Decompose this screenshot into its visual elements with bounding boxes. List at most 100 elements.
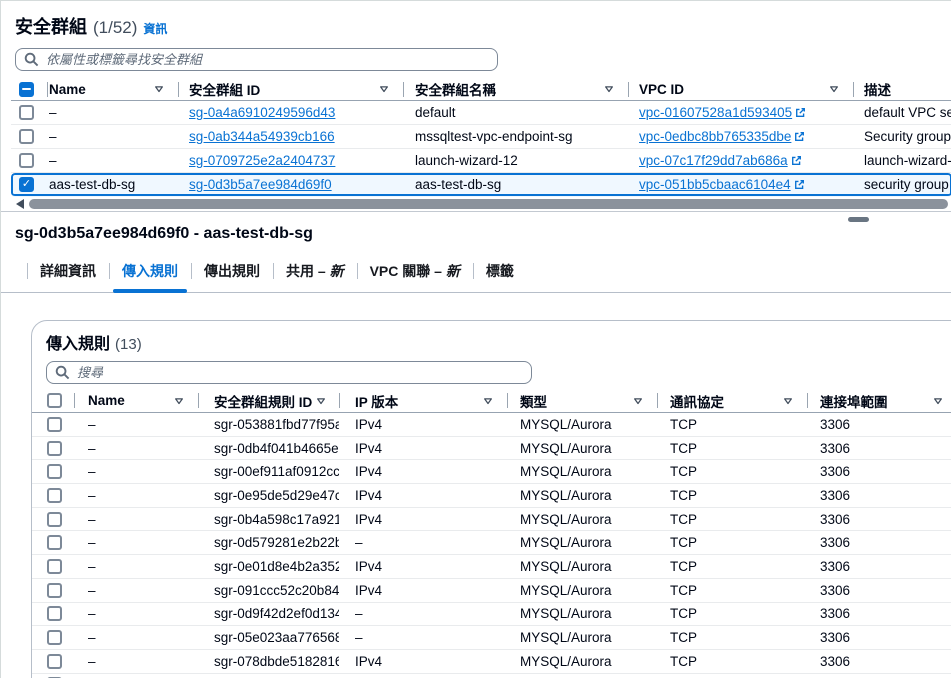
rule-id: sgr-078dbde518281697c	[214, 653, 339, 669]
rule-port-range: 3306	[820, 487, 851, 503]
row-checkbox[interactable]	[47, 440, 62, 456]
security-groups-page: 安全群組 (1/52) 資訊 Name 安全群組 ID	[0, 0, 951, 678]
rule-id: sgr-0e95de5d29e47c31e	[214, 487, 339, 503]
info-link[interactable]: 資訊	[143, 20, 167, 37]
security-groups-table: Name 安全群組 ID 安全群組名稱 VPC ID 描述 – sg-0a4a6…	[1, 78, 951, 197]
rules-search-input[interactable]	[46, 361, 532, 384]
rule-ip-version: IPv4	[355, 464, 383, 480]
inbound-rule-row[interactable]: – sgr-078dbde518281697c IPv4 MYSQL/Auror…	[32, 649, 951, 674]
inbound-rule-row[interactable]: – sgr-0db4f041b4665e869 IPv4 MYSQL/Auror…	[32, 436, 951, 461]
rule-protocol: TCP	[670, 606, 697, 622]
inbound-rule-row[interactable]: – sgr-0b4a598c17a9214b7 IPv4 MYSQL/Auror…	[32, 507, 951, 532]
security-groups-table-body: – sg-0a4a6910249596d43 default vpc-01607…	[1, 101, 951, 197]
select-all-checkbox[interactable]	[19, 81, 34, 97]
inbound-rule-row[interactable]: – sgr-0689e6a8db94182fb IPv4 MYSQL/Auror…	[32, 673, 951, 678]
page-title: 安全群組	[15, 17, 87, 37]
row-checkbox[interactable]	[47, 535, 62, 551]
split-panel-drag-handle[interactable]	[848, 217, 869, 222]
sg-row-group-name: default	[415, 105, 456, 120]
security-group-row[interactable]: – sg-0a4a6910249596d43 default vpc-01607…	[11, 101, 951, 125]
inbound-rules-table-body: – sgr-053881fbd77f95a82 IPv4 MYSQL/Auror…	[32, 413, 951, 678]
vpc-id-link[interactable]: vpc-01607528a1d593405	[639, 105, 806, 120]
select-all-rules-checkbox[interactable]	[47, 393, 62, 408]
row-checkbox[interactable]	[19, 129, 34, 144]
detail-tab[interactable]: VPC 關聯 – 新	[356, 256, 473, 292]
detail-tab[interactable]: 標籤	[472, 256, 527, 292]
row-checkbox[interactable]	[19, 177, 34, 192]
rule-type: MYSQL/Aurora	[520, 558, 612, 574]
column-header-sg-name[interactable]: 安全群組名稱	[403, 78, 628, 100]
rule-id: sgr-0b4a598c17a9214b7	[214, 511, 339, 527]
inbound-rule-row[interactable]: – sgr-053881fbd77f95a82 IPv4 MYSQL/Auror…	[32, 413, 951, 437]
rule-name: –	[88, 630, 96, 646]
row-checkbox[interactable]	[47, 464, 62, 480]
detail-tab[interactable]: 共用 – 新	[273, 256, 357, 292]
column-header-name[interactable]: Name	[74, 389, 198, 412]
row-checkbox[interactable]	[47, 511, 62, 527]
security-groups-table-header: Name 安全群組 ID 安全群組名稱 VPC ID 描述	[11, 78, 951, 101]
rule-port-range: 3306	[820, 582, 851, 598]
inbound-rule-row[interactable]: – sgr-091ccc52c20b84d8c IPv4 MYSQL/Auror…	[32, 578, 951, 603]
rule-ip-version: IPv4	[355, 511, 383, 527]
scroll-left-arrow-icon[interactable]	[16, 199, 24, 209]
security-group-id-link[interactable]: sg-0709725e2a2404737	[189, 153, 335, 168]
vpc-id-link[interactable]: vpc-0edbc8bb765335dbe	[639, 129, 805, 144]
row-checkbox[interactable]	[47, 487, 62, 503]
column-header-vpc-id[interactable]: VPC ID	[628, 78, 853, 100]
row-checkbox[interactable]	[47, 582, 62, 598]
column-header-name[interactable]: Name	[47, 78, 178, 100]
security-group-row[interactable]: – sg-0ab344a54939cb166 mssqltest-vpc-end…	[11, 125, 951, 149]
rule-protocol: TCP	[670, 535, 697, 551]
column-header-description[interactable]: 描述	[853, 78, 951, 100]
detail-tab[interactable]: 傳出規則	[191, 256, 273, 292]
detail-tab[interactable]: 傳入規則	[109, 256, 191, 293]
rule-id: sgr-00ef911af0912cc7c	[214, 464, 339, 480]
row-checkbox[interactable]	[19, 105, 34, 120]
inbound-rule-row[interactable]: – sgr-0e01d8e4b2a3520d0 IPv4 MYSQL/Auror…	[32, 555, 951, 579]
row-checkbox[interactable]	[47, 606, 62, 622]
row-checkbox[interactable]	[47, 416, 62, 432]
detail-tab[interactable]: 詳細資訊	[27, 256, 109, 292]
scrollbar-thumb[interactable]	[29, 199, 948, 209]
sg-row-description: default VPC securi	[864, 105, 951, 120]
inbound-rule-row[interactable]: – sgr-00ef911af0912cc7c IPv4 MYSQL/Auror…	[32, 460, 951, 485]
vpc-id-link[interactable]: vpc-07c17f29dd7ab686a	[639, 153, 802, 168]
column-header-port-range[interactable]: 連接埠範圍	[807, 389, 951, 412]
rule-port-range: 3306	[820, 464, 851, 480]
inbound-rule-row[interactable]: – sgr-0e95de5d29e47c31e IPv4 MYSQL/Auror…	[32, 484, 951, 508]
inbound-rule-row[interactable]: – sgr-0d9f42d2ef0d134f5 – MYSQL/Aurora T…	[32, 602, 951, 627]
security-groups-search-input[interactable]	[15, 48, 498, 71]
row-checkbox[interactable]	[47, 558, 62, 574]
rule-ip-version: IPv4	[355, 416, 383, 432]
security-group-row[interactable]: aas-test-db-sg sg-0d3b5a7ee984d69f0 aas-…	[11, 173, 951, 197]
column-header-protocol[interactable]: 通訊協定	[657, 389, 807, 412]
rule-name: –	[88, 440, 96, 456]
row-checkbox[interactable]	[47, 653, 62, 669]
search-icon	[24, 52, 39, 67]
rule-protocol: TCP	[670, 630, 697, 646]
rule-id: sgr-05e023aa776568dd6	[214, 630, 339, 646]
row-checkbox[interactable]	[19, 153, 34, 168]
security-group-id-link[interactable]: sg-0d3b5a7ee984d69f0	[189, 177, 332, 192]
rule-port-range: 3306	[820, 653, 851, 669]
inbound-rule-row[interactable]: – sgr-0d579281e2b22b94b – MYSQL/Aurora T…	[32, 531, 951, 556]
column-header-rule-id[interactable]: 安全群組規則 ID	[198, 389, 339, 412]
security-group-id-link[interactable]: sg-0ab344a54939cb166	[189, 129, 335, 144]
vpc-id-link[interactable]: vpc-051bb5cbaac6104e4	[639, 177, 805, 192]
column-header-type[interactable]: 類型	[507, 389, 657, 412]
row-checkbox[interactable]	[47, 630, 62, 646]
security-group-id-link[interactable]: sg-0a4a6910249596d43	[189, 105, 335, 120]
rule-name: –	[88, 558, 96, 574]
sort-icon	[380, 86, 388, 93]
rule-type: MYSQL/Aurora	[520, 464, 612, 480]
inbound-rules-table: Name 安全群組規則 ID IP 版本 類型 通訊協定 連接埠範圍 – sgr…	[32, 389, 951, 678]
column-header-sg-id[interactable]: 安全群組 ID	[178, 78, 403, 100]
external-link-icon	[794, 180, 804, 189]
rule-type: MYSQL/Aurora	[520, 511, 612, 527]
sg-row-description: security group for	[864, 177, 951, 192]
security-group-row[interactable]: – sg-0709725e2a2404737 launch-wizard-12 …	[11, 149, 951, 173]
inbound-rule-row[interactable]: – sgr-05e023aa776568dd6 – MYSQL/Aurora T…	[32, 626, 951, 650]
column-header-ip-version[interactable]: IP 版本	[339, 389, 507, 412]
rule-name: –	[88, 511, 96, 527]
rule-name: –	[88, 416, 96, 432]
